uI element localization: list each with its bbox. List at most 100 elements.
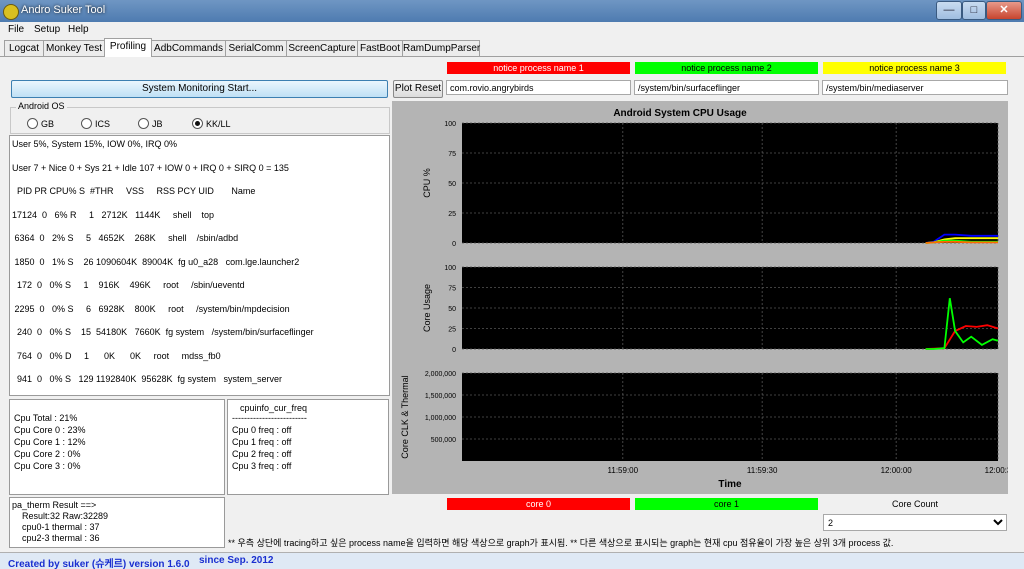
core-1-legend: core 1 xyxy=(635,498,818,510)
process-row: 941 0 0% S 129 1192840K 95628K fg system… xyxy=(12,374,282,384)
radio-gb[interactable]: GB xyxy=(27,118,54,129)
cpu-core-1: Cpu Core 1 : 12% xyxy=(14,437,86,447)
y-tick-label: 25 xyxy=(448,211,456,218)
radio-ics[interactable]: ICS xyxy=(81,118,110,129)
process-row: 764 0 0% D 1 0K 0K root mdss_fb0 xyxy=(12,351,221,361)
menu-setup[interactable]: Setup xyxy=(34,24,60,35)
notice-process-2-input[interactable]: /system/bin/surfaceflinger xyxy=(634,80,819,95)
x-tick-label: 12:00:3 xyxy=(985,466,1008,475)
thermal-panel[interactable]: pa_therm Result ==> Result:32 Raw:32289 … xyxy=(9,497,225,548)
y-tick-label: 1,500,000 xyxy=(425,393,456,400)
process-row: 2295 0 0% S 6 6928K 800K root /system/bi… xyxy=(12,304,290,314)
radio-label: KK/LL xyxy=(206,119,231,129)
y-tick-label: 75 xyxy=(448,151,456,158)
created-by-text: Created by suker (슈케르) version 1.6.0 xyxy=(8,559,190,569)
x-axis-label: Time xyxy=(718,479,742,490)
tab-serialcomm[interactable]: SerialComm xyxy=(225,40,287,56)
core-clk-thermal-chart: 2,000,000 1,500,000 1,000,000 500,000 Core C… xyxy=(400,371,1012,475)
freq-separator: ------------------------- xyxy=(232,413,307,423)
cpu-total: Cpu Total : 21% xyxy=(14,413,78,423)
radio-label: ICS xyxy=(95,119,111,129)
app-radiation-icon xyxy=(3,4,19,20)
cpu-0-freq: Cpu 0 freq : off xyxy=(232,425,292,435)
x-tick-label: 11:59:30 xyxy=(747,466,778,475)
y-tick-label: 100 xyxy=(444,121,456,128)
tab-ramdumpparser[interactable]: RamDumpParser xyxy=(402,40,480,56)
close-button[interactable]: ✕ xyxy=(986,1,1022,20)
process-row: 172 0 0% S 1 916K 496K root /sbin/uevent… xyxy=(12,280,245,290)
radio-circle xyxy=(138,118,149,129)
y-tick-label: 100 xyxy=(444,265,456,272)
cpu-core-0: Cpu Core 0 : 23% xyxy=(14,425,86,435)
tab-strip: Logcat Monkey Test Profiling AdbCommands… xyxy=(0,38,1024,57)
radio-circle xyxy=(81,118,92,129)
x-tick-label: 11:59:00 xyxy=(608,466,639,475)
tab-monkey-test[interactable]: Monkey Test xyxy=(43,40,105,56)
cpu-freq-panel[interactable]: cpuinfo_cur_freq -----------------------… xyxy=(227,399,389,495)
android-os-title: Android OS xyxy=(16,101,67,111)
y-tick-label: 75 xyxy=(448,286,456,293)
process-row: 17124 0 6% R 1 2712K 1144K shell top xyxy=(12,210,214,220)
radio-kk-ll[interactable]: KK/LL xyxy=(192,118,231,129)
y-tick-label: 2,000,000 xyxy=(425,371,456,378)
y-tick-label: 50 xyxy=(448,306,456,313)
top-header-line: PID PR CPU% S #THR VSS RSS PCY UID Name xyxy=(12,186,256,196)
notice-process-1-label: notice process name 1 xyxy=(447,62,630,74)
window-title: Andro Suker Tool xyxy=(21,4,106,16)
notice-process-3-input[interactable]: /system/bin/mediaserver xyxy=(822,80,1008,95)
radio-label: JB xyxy=(152,119,163,129)
cpu-usage-charts: Android System CPU Usage 100 75 50 25 0 CPU %… xyxy=(400,108,1012,490)
cpu-core-3: Cpu Core 3 : 0% xyxy=(14,461,81,471)
notice-process-1-input[interactable]: com.rovio.angrybirds xyxy=(446,80,631,95)
y-tick-label: 0 xyxy=(452,347,456,354)
series-line xyxy=(925,240,998,244)
chart-title: Android System CPU Usage xyxy=(613,108,747,119)
tab-fastboot[interactable]: FastBoot xyxy=(357,40,403,56)
cpu-3-freq: Cpu 3 freq : off xyxy=(232,461,292,471)
tab-logcat[interactable]: Logcat xyxy=(4,40,44,56)
y-tick-label: 25 xyxy=(448,327,456,334)
freq-title: cpuinfo_cur_freq xyxy=(240,403,308,413)
cpu-1-freq: Cpu 1 freq : off xyxy=(232,437,292,447)
cpu-usage-chart-panel: Android System CPU Usage 100 75 50 25 0 CPU %… xyxy=(392,101,1012,494)
cpu-2-freq: Cpu 2 freq : off xyxy=(232,449,292,459)
notice-process-3-label: notice process name 3 xyxy=(823,62,1006,74)
process-row: 240 0 0% S 15 54180K 7660K fg system /sy… xyxy=(12,327,314,337)
y-axis-label: Core CLK & Thermal xyxy=(400,375,410,458)
tab-profiling[interactable]: Profiling xyxy=(104,38,152,57)
radio-circle xyxy=(27,118,38,129)
menu-file[interactable]: File xyxy=(8,24,24,35)
status-bar: Created by suker (슈케르) version 1.6.0 sin… xyxy=(0,552,1024,569)
core-usage-chart: 100 75 50 25 0 Core Usage xyxy=(422,265,999,354)
top-output-panel[interactable]: User 5%, System 15%, IOW 0%, IRQ 0% User… xyxy=(9,135,390,396)
system-monitoring-start-button[interactable]: System Monitoring Start... xyxy=(11,80,388,98)
y-tick-label: 1,000,000 xyxy=(425,415,456,422)
core-count-select[interactable]: 2 xyxy=(823,514,1007,531)
y-axis-label: Core Usage xyxy=(422,284,432,332)
y-tick-label: 500,000 xyxy=(431,437,456,444)
core-0-legend: core 0 xyxy=(447,498,630,510)
tab-adbcommands[interactable]: AdbCommands xyxy=(151,40,226,56)
maximize-button[interactable]: □ xyxy=(962,1,986,20)
thermal-cpu2-3: cpu2-3 thermal : 36 xyxy=(12,533,100,543)
android-os-group: Android OS GB ICS JB KK/LL xyxy=(10,101,390,134)
notice-process-2-label: notice process name 2 xyxy=(635,62,818,74)
thermal-title: pa_therm Result ==> xyxy=(12,500,97,510)
radio-circle-selected xyxy=(192,118,203,129)
x-tick-label: 12:00:00 xyxy=(881,466,913,475)
title-bar[interactable]: Andro Suker Tool — □ ✕ xyxy=(0,0,1024,22)
top-summary-line: User 5%, System 15%, IOW 0%, IRQ 0% xyxy=(12,139,178,149)
cpu-stats-panel[interactable]: Cpu Total : 21% Cpu Core 0 : 23% Cpu Cor… xyxy=(9,399,225,495)
plot-reset-button[interactable]: Plot Reset xyxy=(393,80,443,98)
since-text: since Sep. 2012 xyxy=(199,555,274,566)
tab-screencapture[interactable]: ScreenCapture xyxy=(286,40,358,56)
radio-jb[interactable]: JB xyxy=(138,118,163,129)
menu-help[interactable]: Help xyxy=(68,24,89,35)
process-row: 6364 0 2% S 5 4652K 268K shell /sbin/adb… xyxy=(12,233,239,243)
core-count-label: Core Count xyxy=(892,499,939,509)
y-tick-label: 50 xyxy=(448,181,456,188)
cpu-percent-chart: 100 75 50 25 0 CPU % xyxy=(422,121,999,248)
cpu-core-2: Cpu Core 2 : 0% xyxy=(14,449,81,459)
thermal-cpu0-1: cpu0-1 thermal : 37 xyxy=(12,522,100,532)
minimize-button[interactable]: — xyxy=(936,1,962,20)
